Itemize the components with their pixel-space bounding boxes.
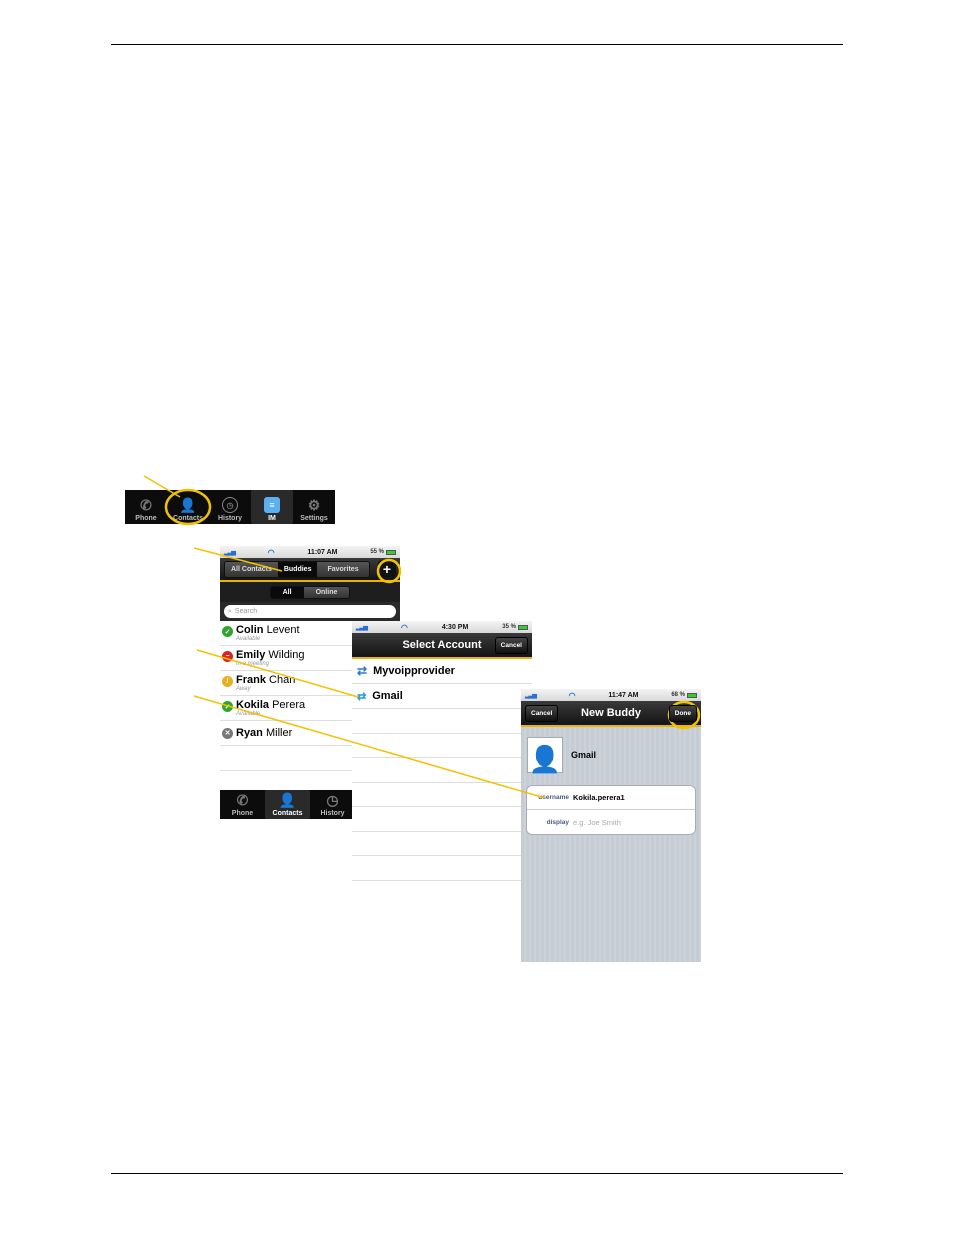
tab-im[interactable]: ≡ IM (251, 490, 293, 524)
away-icon: / (222, 676, 233, 687)
tab-phone[interactable]: ✆ Phone (220, 790, 265, 819)
filter-online[interactable]: Online (303, 586, 350, 598)
chat-bubble-icon: ≡ (264, 497, 280, 513)
select-account-screen: ▂▃▅ ◠ 4:30 PM 35 % Select Account Cancel… (352, 621, 532, 896)
tab-contacts[interactable]: 👤 Contacts (167, 490, 209, 524)
filter-all[interactable]: All (270, 586, 304, 598)
header-rule (111, 44, 843, 45)
new-buddy-screen: ▂▃▅ ◠ 11:47 AM 68 % Cancel New Buddy Don… (521, 689, 701, 962)
cancel-button[interactable]: Cancel (525, 704, 559, 722)
contacts-segmented-control: All Contacts Buddies Favorites (224, 560, 370, 578)
account-row[interactable]: ⇄ Myvoipprovider (352, 659, 532, 684)
filter-bar: All Online (220, 582, 400, 602)
tab-phone[interactable]: ✆ Phone (125, 490, 167, 524)
display-field[interactable]: display e.g. Joe Smith (527, 810, 695, 834)
empty-row (352, 758, 532, 783)
add-buddy-button[interactable]: + (378, 560, 396, 578)
contacts-icon: 👤 (179, 496, 197, 513)
done-button[interactable]: Done (668, 704, 697, 722)
search-bar: ⌕ Search (220, 602, 400, 621)
available-icon: ✓ (222, 701, 233, 712)
search-icon: ⌕ (228, 607, 232, 615)
footer-rule (111, 1173, 843, 1174)
voip-account-icon: ⇄ (357, 664, 368, 678)
gears-icon: ⚙ (307, 496, 321, 513)
nav-bar: All Contacts Buddies Favorites + (220, 558, 400, 582)
busy-icon: − (222, 651, 233, 662)
phone-icon: ✆ (236, 791, 249, 808)
wifi-icon: ◠ (267, 547, 275, 557)
tab-history[interactable]: ◷ History (310, 790, 355, 819)
main-tab-bar: ✆ Phone 👤 Contacts ◷ History ≡ IM ⚙ Settings (125, 490, 335, 524)
phone-icon: ✆ (140, 496, 152, 513)
tab-history[interactable]: ◷ History (209, 490, 251, 524)
empty-row (352, 783, 532, 807)
segment-favorites[interactable]: Favorites (317, 561, 369, 577)
status-bar: ▂▃▅ ◠ 11:47 AM 68 % (521, 689, 701, 701)
empty-row (352, 856, 532, 881)
nav-bar: Cancel New Buddy Done (521, 701, 701, 727)
segment-buddies[interactable]: Buddies (277, 561, 318, 577)
signal-icon: ▂▃▅ (224, 549, 236, 556)
contacts-icon: 👤 (278, 791, 297, 808)
gmail-account-icon: ⇄ (357, 690, 367, 703)
battery-icon (687, 692, 697, 698)
buddy-form: username Kokila.perera1 display e.g. Joe… (526, 785, 696, 835)
avatar[interactable]: 👤 (527, 737, 563, 773)
nav-bar: Select Account Cancel (352, 633, 532, 659)
available-icon: ✓ (222, 626, 233, 637)
signal-icon: ▂▃▅ (356, 624, 368, 631)
battery-icon (517, 624, 528, 630)
clock-icon: ◷ (222, 497, 238, 513)
username-field[interactable]: username Kokila.perera1 (527, 786, 695, 810)
account-name: Gmail (571, 750, 597, 760)
account-row[interactable]: ⇄ Gmail (352, 684, 532, 709)
tab-settings[interactable]: ⚙ Settings (293, 490, 335, 524)
signal-icon: ▂▃▅ (525, 692, 537, 699)
battery-icon (386, 549, 396, 555)
person-silhouette-icon: 👤 (528, 744, 562, 774)
wifi-icon: ◠ (568, 690, 576, 700)
wifi-icon: ◠ (400, 622, 408, 632)
tab-contacts[interactable]: 👤 Contacts (265, 790, 310, 819)
empty-row (352, 807, 532, 832)
search-input[interactable]: ⌕ Search (224, 605, 396, 618)
empty-row (352, 832, 532, 856)
clock-icon: ◷ (326, 791, 339, 808)
status-bar: ▂▃▅ ◠ 4:30 PM 35 % (352, 621, 532, 633)
segment-all-contacts[interactable]: All Contacts (225, 561, 278, 577)
callout-overlay (143, 475, 701, 799)
empty-row (352, 734, 532, 758)
cancel-button[interactable]: Cancel (494, 636, 528, 654)
status-bar: ▂▃▅ ◠ 11:07 AM 55 % (220, 546, 400, 558)
offline-icon: ✕ (222, 727, 233, 739)
filter-segmented-control: All Online (269, 585, 351, 599)
empty-row (352, 709, 532, 734)
